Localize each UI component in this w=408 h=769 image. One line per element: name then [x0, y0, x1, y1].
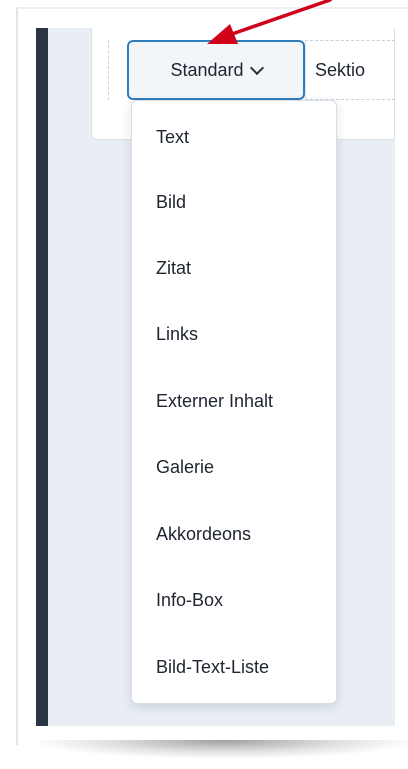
- menu-item-links[interactable]: Links: [132, 314, 336, 354]
- menu-item-text[interactable]: Text: [132, 117, 336, 157]
- menu-item-externer-inhalt[interactable]: Externer Inhalt: [132, 381, 336, 421]
- arrow-pointer-icon: [207, 0, 332, 44]
- menu-item-bild[interactable]: Bild: [132, 182, 336, 222]
- screenshot-page: Standard Sektio Text Bild Zitat Links Ex…: [0, 0, 408, 769]
- frame-shadow: [40, 740, 408, 758]
- menu-item-akkordeons[interactable]: Akkordeons: [132, 514, 336, 554]
- menu-item-zitat[interactable]: Zitat: [132, 248, 336, 288]
- menu-item-bild-text-liste[interactable]: Bild-Text-Liste: [132, 647, 336, 687]
- menu-item-galerie[interactable]: Galerie: [132, 447, 336, 487]
- block-type-dropdown-menu: Text Bild Zitat Links Externer Inhalt Ga…: [131, 100, 337, 704]
- menu-item-info-box[interactable]: Info-Box: [132, 580, 336, 620]
- sidebar-edge: [36, 28, 48, 726]
